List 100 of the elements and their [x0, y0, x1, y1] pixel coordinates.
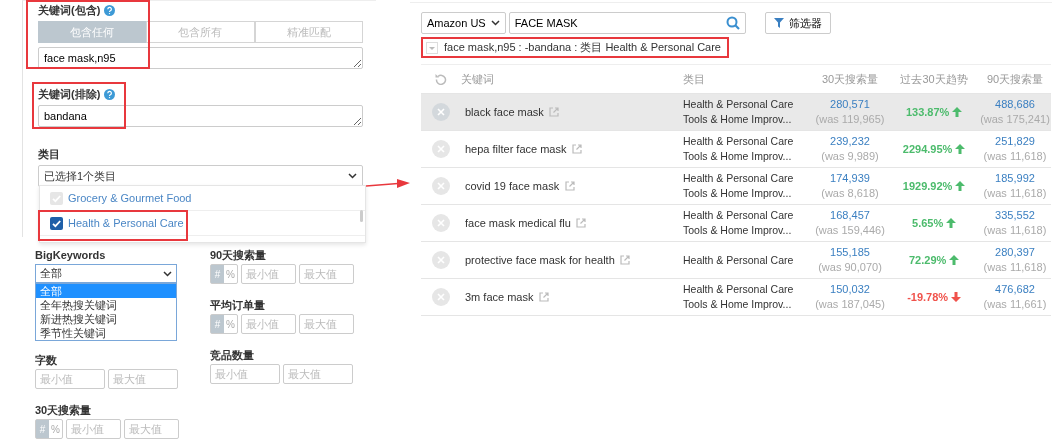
- remove-icon[interactable]: [432, 177, 450, 195]
- min-field[interactable]: 最小值: [241, 264, 296, 284]
- category-option[interactable]: Health & Personal Care: [40, 211, 365, 236]
- field-label: 平均订单量: [210, 298, 266, 310]
- refresh-icon[interactable]: [435, 73, 447, 85]
- dropdown-option[interactable]: 季节性关键词: [36, 326, 176, 340]
- column-header: 关键词: [461, 71, 495, 87]
- category-text: Tools & Home Improv...: [683, 297, 793, 312]
- remove-icon[interactable]: [432, 251, 450, 269]
- external-link-icon[interactable]: [549, 107, 560, 117]
- category-text: Health & Personal Care: [683, 252, 795, 268]
- trend-percent: -19.78%: [907, 289, 949, 305]
- max-field[interactable]: 最大值: [299, 264, 354, 284]
- table-row[interactable]: hepa filter face mask Health & Personal Care Tools & Home Improv... 239,232 (was 9,989) 2294.95% 251,829 (was 11,618): [421, 131, 1051, 168]
- scrollbar: [360, 210, 363, 222]
- column-header: 30天搜索量: [821, 71, 879, 87]
- search-volume: 155,185: [829, 245, 871, 260]
- external-link-icon[interactable]: [620, 255, 631, 265]
- min-field[interactable]: 最小值: [210, 364, 280, 384]
- category-text: Tools & Home Improv...: [683, 112, 793, 127]
- trend-percent: 1929.92%: [902, 178, 953, 194]
- search-volume: 185,992: [994, 171, 1036, 186]
- filter-summary: face mask,n95 : -bandana : 类目 Health & Personal Care: [444, 40, 721, 56]
- marketplace-select[interactable]: Amazon US: [421, 12, 506, 34]
- exclude-keyword-field[interactable]: bandana: [38, 105, 363, 127]
- min-field[interactable]: 最小值: [35, 369, 105, 389]
- field-label: 字数: [35, 353, 58, 365]
- previous-volume: (was 8,618): [820, 186, 880, 201]
- collapse-icon[interactable]: [426, 41, 438, 54]
- previous-volume: (was 11,618): [982, 260, 1048, 275]
- category-option[interactable]: Grocery & Gourmet Food: [40, 186, 365, 211]
- field-label: 90天搜索量: [210, 248, 268, 260]
- keyword-text: face mask medical flu: [465, 215, 571, 231]
- external-link-icon[interactable]: [538, 292, 549, 302]
- filter-icon: [773, 18, 784, 28]
- chevron-down-icon: [163, 270, 172, 277]
- trend-percent: 72.29%: [908, 252, 947, 268]
- keyword-field[interactable]: face mask,n95: [38, 47, 363, 69]
- filter-button[interactable]: 筛选器: [764, 12, 831, 34]
- search-volume: 280,571: [829, 97, 871, 112]
- search-icon[interactable]: [725, 16, 740, 30]
- checkbox[interactable]: [50, 191, 63, 205]
- field-label: BigKeywords: [35, 248, 107, 260]
- max-field[interactable]: 最大值: [283, 364, 353, 384]
- search-field[interactable]: FACE MASK: [508, 12, 746, 34]
- remove-icon[interactable]: [432, 214, 450, 232]
- search-volume: 476,682: [994, 282, 1036, 297]
- column-header: 90天搜索量: [986, 71, 1044, 87]
- max-field[interactable]: 最大值: [299, 314, 354, 334]
- trend-percent: 133.87%: [905, 104, 950, 120]
- help-icon[interactable]: [104, 88, 116, 100]
- category-text: Health & Personal Care: [683, 282, 795, 297]
- field-label: 关键词(排除): [38, 86, 101, 102]
- previous-volume: (was 11,661): [982, 297, 1048, 312]
- search-volume: 488,686: [994, 97, 1036, 112]
- max-field[interactable]: 最大值: [124, 419, 179, 439]
- max-field[interactable]: 最大值: [108, 369, 178, 389]
- external-link-icon[interactable]: [564, 181, 575, 191]
- category-select[interactable]: 已选择1个类目: [38, 165, 363, 187]
- chevron-down-icon: [348, 173, 357, 179]
- external-link-icon[interactable]: [572, 144, 582, 154]
- table-row[interactable]: face mask medical flu Health & Personal Care Tools & Home Improv... 168,457 (was 159,446) 5.65% 335,552 (was 11,618): [421, 205, 1051, 242]
- remove-icon[interactable]: [432, 103, 450, 121]
- dropdown-option[interactable]: 全年热搜关键词: [36, 298, 176, 312]
- help-icon[interactable]: [104, 4, 116, 16]
- remove-icon[interactable]: [432, 288, 450, 306]
- search-volume: 168,457: [829, 208, 871, 223]
- previous-volume: (was 175,241): [979, 112, 1051, 127]
- previous-volume: (was 187,045): [814, 297, 886, 312]
- trend-percent: 5.65%: [912, 215, 944, 231]
- previous-volume: (was 9,989): [820, 149, 880, 164]
- keyword-text: hepa filter face mask: [465, 141, 567, 157]
- previous-volume: (was 90,070): [817, 260, 883, 275]
- column-header: 过去30天趋势: [900, 71, 968, 87]
- table-row[interactable]: protective face mask for health Health & Personal Care 155,185 (was 90,070) 72.29% 280,397 (was 11,618): [421, 242, 1051, 279]
- search-volume: 239,232: [829, 134, 871, 149]
- category-text: Tools & Home Improv...: [683, 149, 793, 164]
- previous-volume: (was 11,618): [982, 223, 1048, 238]
- table-row[interactable]: black face mask Health & Personal Care Tools & Home Improv... 280,571 (was 119,965) 133.87% 488,686 (was 175,241): [421, 94, 1051, 131]
- min-field[interactable]: 最小值: [66, 419, 121, 439]
- dropdown-option[interactable]: 新进热搜关键词: [36, 312, 176, 326]
- keyword-text: covid 19 face mask: [465, 178, 560, 194]
- category-text: Health & Personal Care: [683, 171, 795, 186]
- bigkeywords-select[interactable]: 全部: [35, 264, 177, 283]
- keyword-text: 3m face mask: [465, 289, 534, 305]
- search-volume: 251,829: [994, 134, 1036, 149]
- previous-volume: (was 119,965): [814, 112, 886, 127]
- field-label: 竞品数量: [210, 348, 255, 360]
- keyword-text: protective face mask for health: [465, 252, 615, 268]
- external-link-icon[interactable]: [576, 218, 587, 228]
- keyword-text: black face mask: [465, 104, 544, 120]
- field-label: 30天搜索量: [35, 403, 93, 415]
- checkbox[interactable]: [50, 216, 63, 230]
- min-field[interactable]: 最小值: [241, 314, 296, 334]
- trend-percent: 2294.95%: [902, 141, 953, 157]
- table-row[interactable]: 3m face mask Health & Personal Care Tools & Home Improv... 150,032 (was 187,045) -19.78% 476,682 (was 11,661): [421, 279, 1051, 316]
- search-volume: 150,032: [829, 282, 871, 297]
- category-text: Health & Personal Care: [683, 134, 795, 149]
- table-row[interactable]: covid 19 face mask Health & Personal Care Tools & Home Improv... 174,939 (was 8,618) 1929.92% 185,992 (was 11,618): [421, 168, 1051, 205]
- remove-icon[interactable]: [432, 140, 450, 158]
